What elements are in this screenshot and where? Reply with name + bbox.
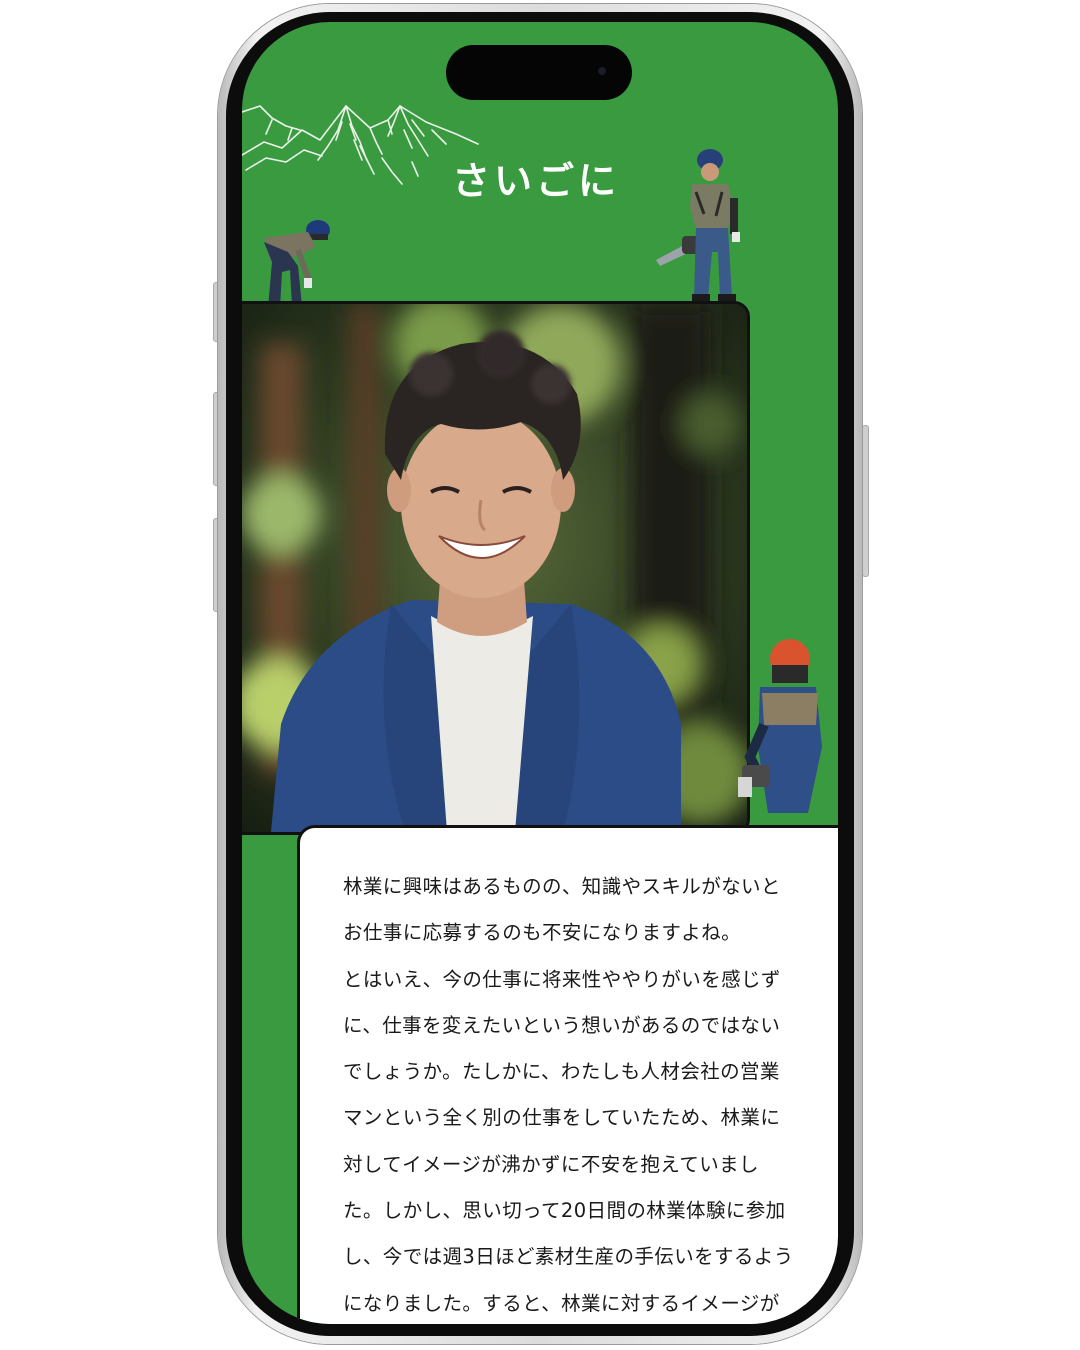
phone-screen[interactable]: さいごに 林業に興味はあるものの、知識やスキルがないと お仕事に応募するのも不安… (242, 22, 838, 1324)
article-body-text: 林業に興味はあるものの、知識やスキルがないと お仕事に応募するのも不安になります… (343, 875, 794, 1315)
article-card: 林業に興味はあるものの、知識やスキルがないと お仕事に応募するのも不安になります… (297, 825, 838, 1324)
portrait-photo (242, 301, 750, 835)
dynamic-island (446, 45, 632, 100)
section-title: さいごに (452, 159, 621, 203)
power-button (862, 425, 869, 577)
forestry-worker-chainsaw-icon (656, 149, 740, 302)
forestry-worker-left-icon (264, 220, 330, 308)
camera-icon (598, 67, 606, 75)
portrait-photo-icon (242, 304, 747, 832)
mountain-illustration-icon (242, 105, 479, 185)
forestry-worker-helmet-icon (738, 639, 822, 813)
